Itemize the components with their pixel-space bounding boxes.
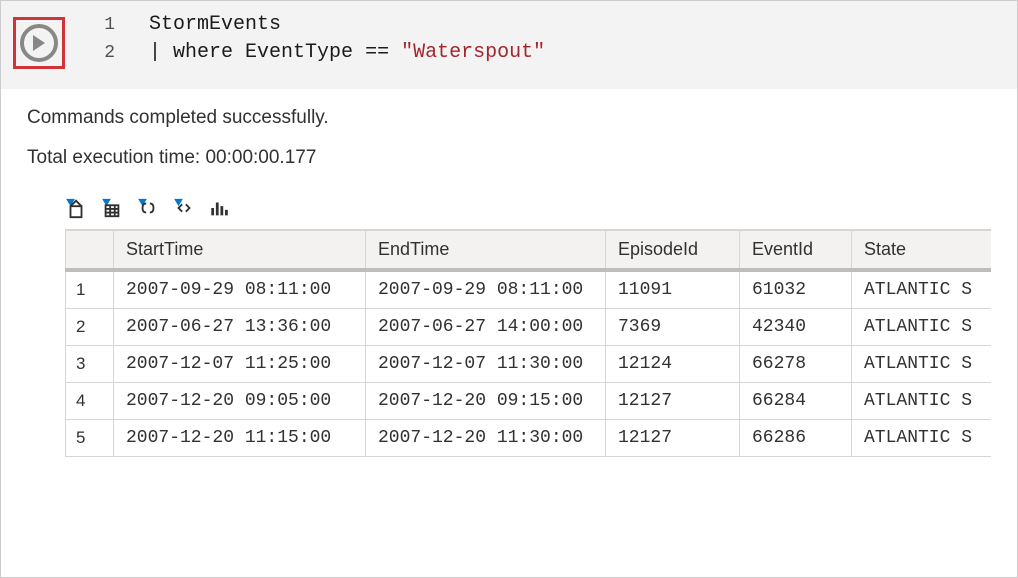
cell-episodeid: 11091 <box>606 270 740 309</box>
cell-eventid: 61032 <box>740 270 852 309</box>
execution-time: Total execution time: 00:00:00.177 <box>27 147 991 169</box>
export-xlsx-icon[interactable] <box>101 197 123 219</box>
query-panel: 1 StormEvents 2 | where EventType == "Wa… <box>0 0 1018 578</box>
row-index: 4 <box>66 383 114 420</box>
cell-endtime: 2007-12-07 11:30:00 <box>366 346 606 383</box>
status-message: Commands completed successfully. <box>27 107 991 129</box>
column-header[interactable]: State <box>852 231 992 271</box>
cell-state: ATLANTIC S <box>852 270 992 309</box>
code-line: 2 | where EventType == "Waterspout" <box>95 39 545 67</box>
cell-starttime: 2007-06-27 13:36:00 <box>114 309 366 346</box>
code-editor[interactable]: 1 StormEvents 2 | where EventType == "Wa… <box>95 11 545 67</box>
cell-starttime: 2007-12-20 11:15:00 <box>114 420 366 457</box>
cell-eventid: 66286 <box>740 420 852 457</box>
code-line: 1 StormEvents <box>95 11 545 39</box>
cell-starttime: 2007-12-20 09:05:00 <box>114 383 366 420</box>
cell-starttime: 2007-12-07 11:25:00 <box>114 346 366 383</box>
column-header[interactable]: EpisodeId <box>606 231 740 271</box>
editor-area: 1 StormEvents 2 | where EventType == "Wa… <box>1 1 1017 89</box>
table-header-row: StartTime EndTime EpisodeId EventId Stat… <box>66 231 992 271</box>
cell-episodeid: 12124 <box>606 346 740 383</box>
column-header[interactable]: EventId <box>740 231 852 271</box>
cell-episodeid: 12127 <box>606 383 740 420</box>
cell-starttime: 2007-09-29 08:11:00 <box>114 270 366 309</box>
cell-endtime: 2007-12-20 09:15:00 <box>366 383 606 420</box>
cell-episodeid: 7369 <box>606 309 740 346</box>
table-row[interactable]: 22007-06-27 13:36:002007-06-27 14:00:007… <box>66 309 992 346</box>
cell-state: ATLANTIC S <box>852 383 992 420</box>
results-area: Commands completed successfully. Total e… <box>1 89 1017 457</box>
expand-code-icon[interactable] <box>173 197 195 219</box>
code-token: StormEvents <box>149 11 281 39</box>
export-csv-icon[interactable] <box>65 197 87 219</box>
code-token-group: | where EventType == "Waterspout" <box>149 39 545 67</box>
cell-endtime: 2007-06-27 14:00:00 <box>366 309 606 346</box>
row-index-header[interactable] <box>66 231 114 271</box>
table-row[interactable]: 52007-12-20 11:15:002007-12-20 11:30:001… <box>66 420 992 457</box>
table-row[interactable]: 42007-12-20 09:05:002007-12-20 09:15:001… <box>66 383 992 420</box>
line-number: 2 <box>95 39 115 67</box>
cell-eventid: 42340 <box>740 309 852 346</box>
row-index: 1 <box>66 270 114 309</box>
column-header[interactable]: EndTime <box>366 231 606 271</box>
cell-state: ATLANTIC S <box>852 346 992 383</box>
table-row[interactable]: 12007-09-29 08:11:002007-09-29 08:11:001… <box>66 270 992 309</box>
cell-endtime: 2007-12-20 11:30:00 <box>366 420 606 457</box>
run-button[interactable] <box>20 24 58 62</box>
results-table-container: StartTime EndTime EpisodeId EventId Stat… <box>65 229 991 457</box>
cell-state: ATLANTIC S <box>852 309 992 346</box>
play-icon <box>32 35 46 51</box>
run-button-highlight <box>13 17 65 69</box>
table-row[interactable]: 32007-12-07 11:25:002007-12-07 11:30:001… <box>66 346 992 383</box>
row-index: 3 <box>66 346 114 383</box>
results-table[interactable]: StartTime EndTime EpisodeId EventId Stat… <box>65 230 991 457</box>
cell-endtime: 2007-09-29 08:11:00 <box>366 270 606 309</box>
results-toolbar <box>65 197 991 219</box>
cell-eventid: 66284 <box>740 383 852 420</box>
row-index: 5 <box>66 420 114 457</box>
line-number: 1 <box>95 11 115 39</box>
cell-eventid: 66278 <box>740 346 852 383</box>
cell-state: ATLANTIC S <box>852 420 992 457</box>
column-header[interactable]: StartTime <box>114 231 366 271</box>
row-index: 2 <box>66 309 114 346</box>
chart-icon[interactable] <box>209 197 231 219</box>
expand-json-icon[interactable] <box>137 197 159 219</box>
cell-episodeid: 12127 <box>606 420 740 457</box>
